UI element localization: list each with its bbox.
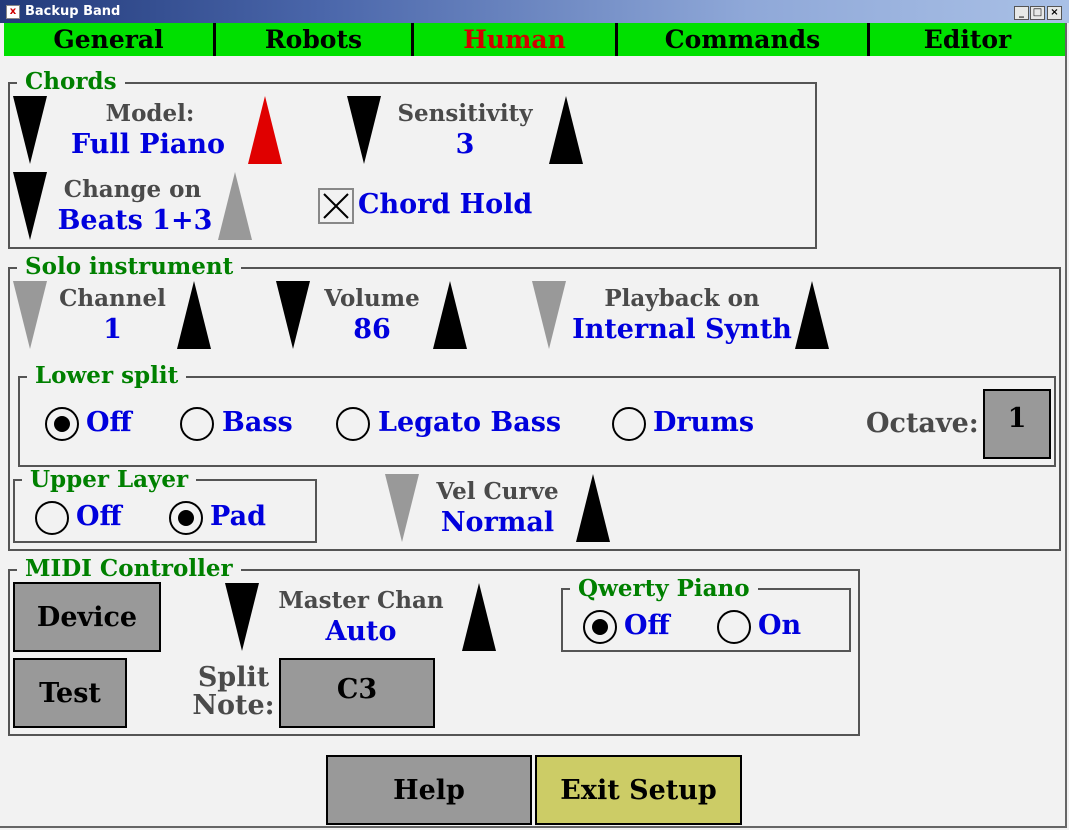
checkbox-x-icon: [323, 193, 349, 219]
master-chan-label: Master Chan: [278, 587, 444, 614]
exit-setup-button[interactable]: Exit Setup: [535, 755, 742, 825]
qwerty-on-label[interactable]: On: [758, 610, 801, 641]
sensitivity-label: Sensitivity: [397, 100, 533, 127]
volume-value: 86: [353, 314, 391, 345]
tab-general[interactable]: General: [4, 23, 216, 56]
split-note-label: Split Note:: [186, 664, 281, 720]
lower-split-legato-bass-radio[interactable]: [336, 407, 370, 441]
lower-split-drums-label[interactable]: Drums: [653, 407, 754, 438]
midi-controller-legend: MIDI Controller: [17, 557, 241, 581]
octave-button[interactable]: 1: [983, 389, 1051, 459]
tab-bar: General Robots Human Commands Editor: [4, 23, 1065, 56]
tab-robots[interactable]: Robots: [216, 23, 414, 56]
split-note-label-line1: Split: [197, 662, 270, 693]
qwerty-off-radio[interactable]: [583, 610, 617, 644]
model-value: Full Piano: [71, 129, 225, 160]
lower-split-off-label[interactable]: Off: [86, 407, 132, 438]
channel-label: Channel: [59, 285, 166, 312]
lower-split-legato-bass-label[interactable]: Legato Bass: [378, 407, 561, 438]
lower-split-off-radio[interactable]: [45, 407, 79, 441]
vel-curve-value: Normal: [440, 507, 555, 538]
upper-layer-pad-radio[interactable]: [169, 501, 203, 535]
playback-label: Playback on: [604, 285, 760, 312]
model-label: Model:: [105, 100, 195, 127]
vel-curve-label: Vel Curve: [436, 478, 559, 505]
chords-legend: Chords: [17, 70, 125, 94]
chord-hold-label[interactable]: Chord Hold: [358, 189, 532, 220]
chord-hold-checkbox[interactable]: [318, 188, 354, 224]
qwerty-off-label[interactable]: Off: [624, 610, 670, 641]
sensitivity-increase-arrow-icon[interactable]: [549, 96, 583, 164]
split-note-button[interactable]: C3: [279, 658, 435, 728]
playback-value: Internal Synth: [572, 314, 792, 345]
lower-split-drums-radio[interactable]: [612, 407, 646, 441]
app-icon[interactable]: x: [6, 5, 20, 19]
device-button[interactable]: Device: [13, 582, 161, 652]
lower-split-legend: Lower split: [27, 364, 187, 388]
change-on-value: Beats 1+3: [57, 205, 213, 236]
volume-decrease-arrow-icon[interactable]: [276, 281, 310, 349]
window-title: Backup Band: [25, 4, 121, 19]
upper-layer-off-label[interactable]: Off: [76, 501, 122, 532]
lower-split-bass-label[interactable]: Bass: [222, 407, 293, 438]
title-bar[interactable]: [0, 0, 1069, 23]
master-chan-value: Auto: [325, 616, 397, 647]
tab-editor[interactable]: Editor: [870, 23, 1065, 56]
octave-label: Octave:: [866, 408, 979, 439]
playback-decrease-arrow-icon[interactable]: [532, 281, 566, 349]
channel-increase-arrow-icon[interactable]: [177, 281, 211, 349]
qwerty-on-radio[interactable]: [717, 610, 751, 644]
split-note-label-line2: Note:: [192, 690, 275, 721]
minimize-button[interactable]: _: [1014, 6, 1029, 20]
change-on-label: Change on: [63, 176, 202, 203]
upper-layer-off-radio[interactable]: [35, 501, 69, 535]
volume-label: Volume: [324, 285, 420, 312]
vel-curve-decrease-arrow-icon[interactable]: [385, 474, 419, 542]
upper-layer-legend: Upper Layer: [22, 468, 197, 492]
test-button[interactable]: Test: [13, 658, 127, 728]
model-decrease-arrow-icon[interactable]: [13, 96, 47, 164]
qwerty-piano-legend: Qwerty Piano: [570, 577, 758, 601]
channel-decrease-arrow-icon[interactable]: [13, 281, 47, 349]
maximize-button[interactable]: □: [1030, 6, 1045, 20]
master-chan-decrease-arrow-icon[interactable]: [225, 583, 259, 651]
upper-layer-pad-label[interactable]: Pad: [210, 501, 266, 532]
sensitivity-decrease-arrow-icon[interactable]: [347, 96, 381, 164]
help-button[interactable]: Help: [326, 755, 532, 825]
channel-value: 1: [103, 314, 122, 345]
tab-human[interactable]: Human: [414, 23, 618, 56]
solo-instrument-legend: Solo instrument: [17, 255, 242, 279]
model-increase-arrow-icon[interactable]: [248, 96, 282, 164]
close-button[interactable]: ×: [1047, 6, 1062, 20]
lower-split-bass-radio[interactable]: [180, 407, 214, 441]
change-on-increase-arrow-icon[interactable]: [218, 172, 252, 240]
vel-curve-increase-arrow-icon[interactable]: [576, 474, 610, 542]
master-chan-increase-arrow-icon[interactable]: [462, 583, 496, 651]
sensitivity-value: 3: [455, 129, 475, 160]
tab-commands[interactable]: Commands: [618, 23, 870, 56]
volume-increase-arrow-icon[interactable]: [433, 281, 467, 349]
playback-increase-arrow-icon[interactable]: [795, 281, 829, 349]
